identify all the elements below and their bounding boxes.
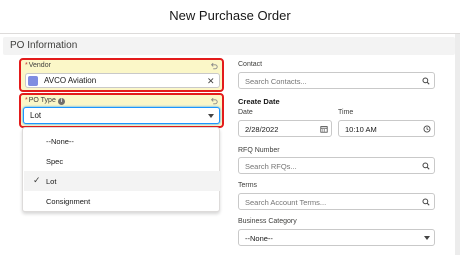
info-icon[interactable]: i — [58, 98, 65, 105]
terms-search-input[interactable]: Search Account Terms... — [238, 193, 435, 210]
po-type-select[interactable]: Lot — [23, 107, 220, 124]
contact-search-input[interactable]: Search Contacts... — [238, 72, 435, 89]
po-type-value: Lot — [30, 111, 42, 120]
search-icon[interactable] — [422, 162, 430, 170]
po-type-label: *PO Type — [25, 97, 56, 104]
create-date-heading: Create Date — [238, 97, 280, 106]
po-type-dropdown: --None-- Spec ✓ Lot Consignment — [22, 127, 220, 212]
terms-label: Terms — [238, 182, 258, 189]
modal-title: New Purchase Order — [169, 8, 291, 23]
business-category-select[interactable]: --None-- — [238, 229, 435, 246]
contact-label: Contact — [238, 61, 263, 68]
time-label: Time — [338, 109, 354, 116]
chevron-down-icon — [424, 236, 430, 240]
section-title: PO Information — [10, 40, 78, 51]
business-category-label: Business Category — [238, 218, 297, 225]
vendor-lookup-pill[interactable]: AVCO Aviation ✕ — [25, 73, 220, 88]
calendar-icon[interactable] — [320, 125, 328, 133]
rfq-label: RFQ Number — [238, 147, 280, 154]
chevron-down-icon — [208, 114, 214, 118]
dropdown-option-consignment[interactable]: Consignment — [24, 191, 220, 211]
search-icon[interactable] — [422, 77, 430, 85]
dropdown-option-lot[interactable]: ✓ Lot — [24, 171, 220, 191]
close-icon[interactable]: ✕ — [207, 76, 215, 86]
date-label: Date — [238, 109, 253, 116]
vendor-record-icon — [28, 76, 38, 86]
modal-header: New Purchase Order — [0, 0, 460, 34]
scrollbar[interactable] — [455, 34, 460, 255]
rfq-search-input[interactable]: Search RFQs... — [238, 157, 435, 174]
vendor-label: *Vendor — [25, 62, 51, 69]
dropdown-option-none[interactable]: --None-- — [24, 131, 220, 151]
search-icon[interactable] — [422, 198, 430, 206]
undo-icon[interactable] — [210, 62, 218, 70]
date-input[interactable]: 2/28/2022 — [238, 120, 332, 137]
clock-icon[interactable] — [423, 125, 431, 133]
undo-icon[interactable] — [210, 97, 218, 105]
section-header[interactable]: PO Information — [3, 37, 455, 55]
dropdown-option-spec[interactable]: Spec — [24, 151, 220, 171]
time-input[interactable]: 10:10 AM — [338, 120, 435, 137]
vendor-value: AVCO Aviation — [44, 76, 97, 85]
check-icon: ✓ — [33, 175, 41, 185]
